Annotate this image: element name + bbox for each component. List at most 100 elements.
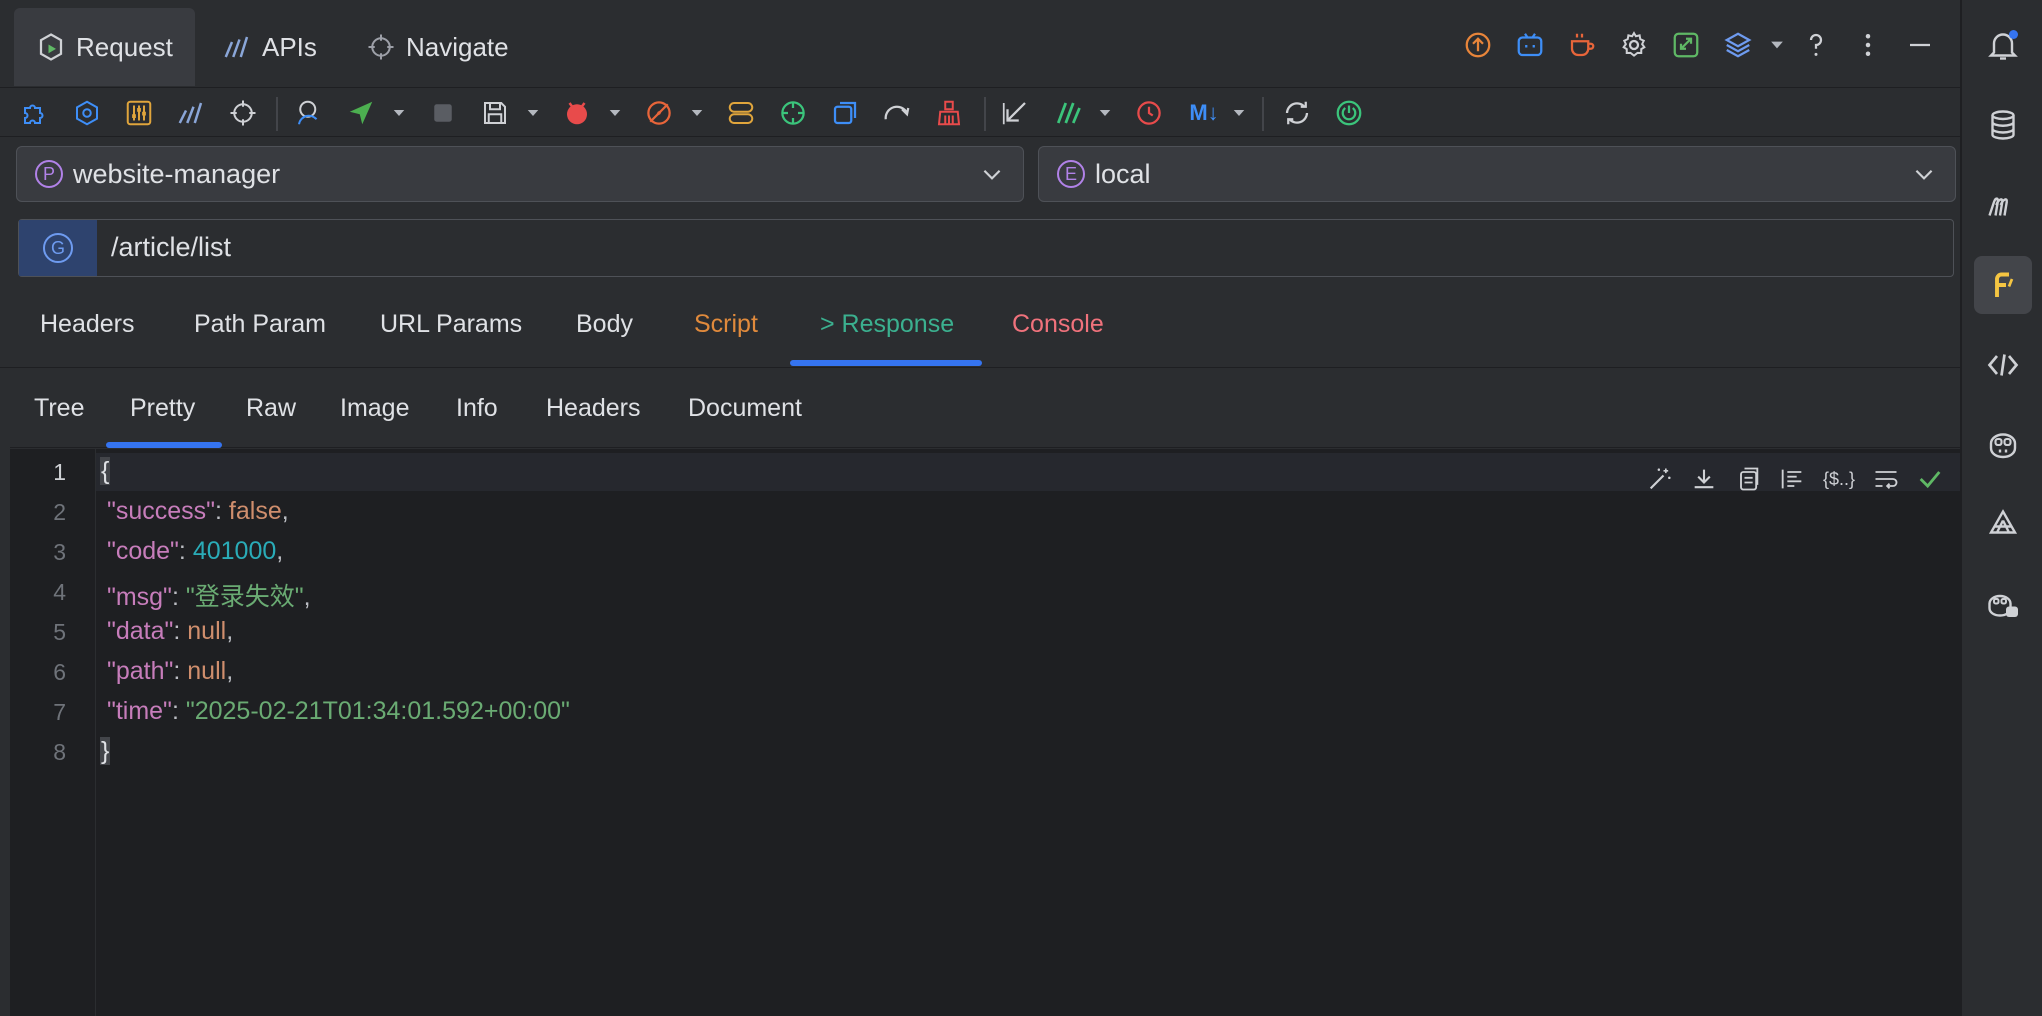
stop-icon: [434, 104, 452, 122]
json-key: "path": [106, 657, 174, 685]
power-button[interactable]: [1330, 95, 1368, 131]
import-button[interactable]: [996, 95, 1034, 131]
json-value: "2025-02-21T01:34:01.592+00:00": [185, 697, 570, 725]
fast-request-button[interactable]: [1974, 256, 2032, 314]
response-view-tabs: Tree Pretty Raw Image Info Headers Docum…: [10, 370, 1960, 448]
copy-window-button[interactable]: [826, 95, 864, 131]
layers-button[interactable]: [1712, 22, 1764, 68]
coffee-icon: [1570, 33, 1595, 57]
url-input[interactable]: /article/list: [111, 232, 231, 263]
layers-dropdown[interactable]: [1764, 22, 1790, 68]
tab-image[interactable]: Image: [340, 394, 409, 423]
tab-headers[interactable]: Headers: [40, 310, 135, 339]
format-button[interactable]: [1642, 461, 1678, 497]
expand-button[interactable]: [1660, 22, 1712, 68]
gear-icon: [1622, 31, 1646, 57]
apis-tool-button[interactable]: [172, 95, 210, 131]
copilot-button[interactable]: [1978, 420, 2028, 470]
mock-dropdown[interactable]: [604, 101, 626, 125]
stop-button[interactable]: [424, 95, 462, 131]
line-number: 6: [53, 659, 66, 685]
download-button[interactable]: [1686, 461, 1722, 497]
url-bar[interactable]: G /article/list: [18, 219, 1954, 277]
sliders-button[interactable]: [120, 95, 158, 131]
method-selector[interactable]: G: [19, 220, 97, 276]
slashes-icon: [1056, 102, 1081, 124]
tab-raw[interactable]: Raw: [246, 394, 296, 423]
target-icon: [781, 101, 805, 125]
redo-button[interactable]: [878, 95, 916, 131]
disable-dropdown[interactable]: [686, 101, 708, 125]
send-dropdown[interactable]: [388, 101, 410, 125]
tab-request[interactable]: Request: [14, 8, 195, 86]
crosshair-icon: [368, 34, 394, 60]
tab-apis[interactable]: APIs: [200, 8, 339, 86]
align-button[interactable]: [1774, 461, 1810, 497]
fast-request-icon: [1995, 272, 2014, 297]
toggle-button[interactable]: [722, 95, 760, 131]
right-toolbar: [1960, 0, 2042, 1016]
coffee-button[interactable]: [1556, 22, 1608, 68]
help-button[interactable]: [1790, 22, 1842, 68]
api-sync-button[interactable]: [1978, 340, 2028, 390]
save-dropdown[interactable]: [522, 101, 544, 125]
clean-button[interactable]: [930, 95, 968, 131]
json-value: 401000: [192, 537, 277, 565]
environment-selector[interactable]: E local: [1038, 146, 1956, 202]
navigate-tool-button[interactable]: [224, 95, 262, 131]
tab-script[interactable]: Script: [694, 310, 758, 339]
active-subtab-indicator: [106, 442, 222, 448]
json-key: "time": [106, 697, 172, 725]
settings-button[interactable]: [1608, 22, 1660, 68]
tab-console[interactable]: Console: [1012, 310, 1104, 339]
expand-icon: [1673, 32, 1699, 58]
copilot-chat-button[interactable]: [1978, 580, 2028, 630]
environment-value: local: [1095, 158, 1151, 189]
tab-document[interactable]: Document: [688, 394, 802, 423]
more-button[interactable]: [1842, 22, 1894, 68]
search-user-button[interactable]: [290, 95, 328, 131]
code-sync-icon: [1987, 354, 2019, 376]
tab-pretty[interactable]: Pretty: [130, 394, 195, 423]
json-editor[interactable]: 1 2 3 4 5 6 7 8 { "success": false, "cod…: [10, 449, 1960, 1016]
tv-icon: [1517, 33, 1543, 57]
minimize-button[interactable]: [1894, 22, 1946, 68]
ai-assistant-button[interactable]: [1978, 500, 2028, 550]
wrap-button[interactable]: [1868, 461, 1904, 497]
markdown-dropdown[interactable]: [1228, 101, 1250, 125]
swagger-dropdown[interactable]: [1094, 101, 1116, 125]
env-var-button[interactable]: {$..}: [1818, 461, 1860, 497]
project-selector[interactable]: P website-manager: [16, 146, 1024, 202]
save-button[interactable]: [476, 95, 514, 131]
tab-url-params[interactable]: URL Params: [380, 310, 522, 339]
swagger-button[interactable]: [1048, 95, 1086, 131]
wrap-icon: [1875, 471, 1898, 489]
tab-response-headers[interactable]: Headers: [546, 394, 641, 423]
send-icon: [349, 101, 373, 125]
sync-button[interactable]: [1278, 95, 1316, 131]
tab-info[interactable]: Info: [456, 394, 498, 423]
tab-response[interactable]: > Response: [820, 310, 954, 339]
redo-icon: [884, 105, 910, 120]
tab-body[interactable]: Body: [576, 310, 633, 339]
send-button[interactable]: [342, 95, 380, 131]
mock-button[interactable]: [558, 95, 596, 131]
tab-navigate[interactable]: Navigate: [344, 8, 531, 86]
database-button[interactable]: [1978, 100, 2028, 150]
maven-button[interactable]: [1978, 180, 2028, 230]
copy-button[interactable]: [1730, 461, 1766, 497]
disable-button[interactable]: [640, 95, 678, 131]
target-button[interactable]: [774, 95, 812, 131]
history-button[interactable]: [1130, 95, 1168, 131]
hexagon-button[interactable]: [68, 95, 106, 131]
sync-icon: [1285, 101, 1309, 125]
tab-path-param[interactable]: Path Param: [194, 310, 326, 339]
tab-tree[interactable]: Tree: [34, 394, 84, 423]
chevron-down-icon: [983, 169, 1001, 180]
upload-button[interactable]: [1452, 22, 1504, 68]
bilibili-button[interactable]: [1504, 22, 1556, 68]
plugin-button[interactable]: [16, 95, 54, 131]
notifications-button[interactable]: [1978, 20, 2028, 70]
json-key: "data": [106, 617, 174, 645]
markdown-button[interactable]: M↓: [1182, 95, 1226, 131]
